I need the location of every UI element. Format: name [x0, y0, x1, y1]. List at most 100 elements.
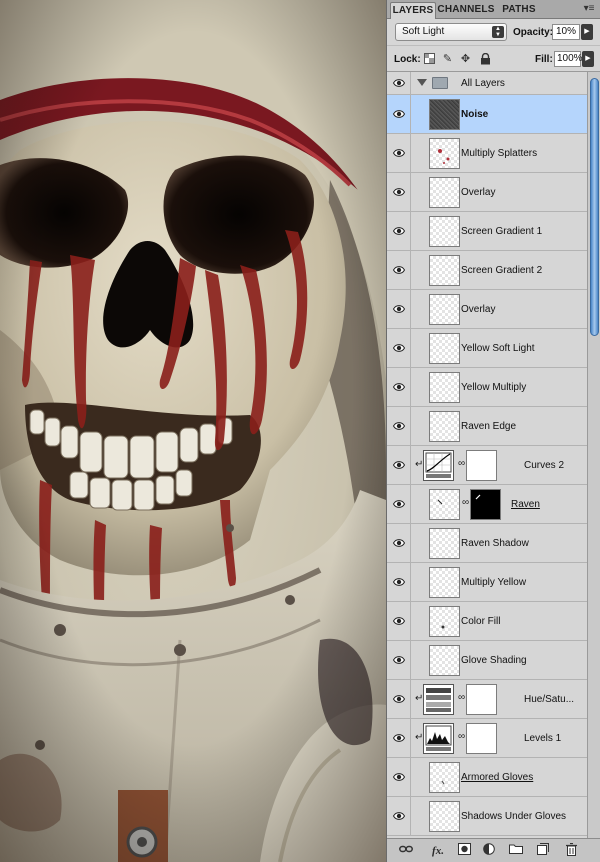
- layer-name: Hue/Satu...: [524, 694, 575, 705]
- eye-icon: [393, 79, 405, 87]
- layer-screen-gradient-1[interactable]: Screen Gradient 1: [387, 212, 587, 251]
- layer-hue-saturation[interactable]: ↵ ∞ Hue/Satu...: [387, 680, 587, 719]
- layer-multiply-yellow[interactable]: Multiply Yellow: [387, 563, 587, 602]
- blend-opacity-row: Soft Light ▲ ▼ Opacity: 10% ▶: [387, 19, 600, 46]
- layer-yellow-soft-light[interactable]: Yellow Soft Light: [387, 329, 587, 368]
- visibility-toggle[interactable]: [387, 368, 411, 406]
- layer-yellow-multiply[interactable]: Yellow Multiply: [387, 368, 587, 407]
- layer-thumbnail: [429, 489, 460, 520]
- eye-icon: [393, 422, 405, 430]
- visibility-toggle[interactable]: [387, 641, 411, 679]
- visibility-toggle[interactable]: [387, 758, 411, 796]
- artwork-canvas[interactable]: [0, 0, 386, 862]
- layer-thumbnail: [429, 216, 460, 247]
- layer-name: Overlay: [461, 187, 496, 198]
- lock-image-icon[interactable]: ✎: [441, 53, 454, 66]
- opacity-dropdown-icon[interactable]: ▶: [581, 24, 593, 40]
- visibility-toggle[interactable]: [387, 797, 411, 835]
- blend-mode-select[interactable]: Soft Light ▲ ▼: [395, 23, 507, 41]
- layer-color-fill[interactable]: Color Fill: [387, 602, 587, 641]
- lock-fill-row: Lock: ✎ ✥ Fill: 100% ▶: [387, 47, 600, 72]
- disclosure-triangle-icon[interactable]: [417, 79, 427, 86]
- layer-multiply-splatters[interactable]: Multiply Splatters: [387, 134, 587, 173]
- panel-menu-icon[interactable]: ▾≡: [582, 3, 596, 15]
- fx-icon[interactable]: fx.: [428, 843, 448, 859]
- eye-icon: [393, 461, 405, 469]
- curves-adjustment-icon: [423, 450, 454, 481]
- mask-link-icon[interactable]: ∞: [458, 692, 465, 706]
- visibility-toggle[interactable]: [387, 329, 411, 367]
- eye-icon: [393, 578, 405, 586]
- layer-overlay-1[interactable]: Overlay: [387, 173, 587, 212]
- layer-overlay-2[interactable]: Overlay: [387, 290, 587, 329]
- tab-paths[interactable]: PATHS: [499, 2, 539, 19]
- layer-thumbnail: [429, 606, 460, 637]
- layer-name: Raven Edge: [461, 421, 517, 432]
- new-layer-icon[interactable]: [535, 843, 551, 859]
- eye-icon: [393, 617, 405, 625]
- link-layers-icon[interactable]: [398, 843, 414, 859]
- visibility-toggle[interactable]: [387, 72, 411, 94]
- mask-link-icon[interactable]: ∞: [458, 731, 465, 745]
- layer-name: Levels 1: [524, 733, 562, 744]
- eye-icon: [393, 539, 405, 547]
- layer-thumbnail: [429, 333, 460, 364]
- layer-name: Overlay: [461, 304, 496, 315]
- visibility-toggle[interactable]: [387, 251, 411, 289]
- eye-icon: [393, 812, 405, 820]
- layers-panel: LAYERS CHANNELS PATHS ▾≡ Soft Light ▲ ▼ O…: [386, 0, 600, 862]
- new-group-icon[interactable]: [508, 843, 524, 859]
- layer-list-scrollbar[interactable]: [587, 72, 600, 838]
- visibility-toggle[interactable]: [387, 719, 411, 757]
- layer-noise[interactable]: Noise: [387, 95, 587, 134]
- visibility-toggle[interactable]: [387, 290, 411, 328]
- mask-link-icon[interactable]: ∞: [458, 458, 465, 472]
- fill-dropdown-icon[interactable]: ▶: [582, 51, 594, 67]
- layer-name: Glove Shading: [461, 655, 527, 666]
- visibility-toggle[interactable]: [387, 95, 411, 133]
- opacity-input[interactable]: 10%: [552, 24, 580, 40]
- mask-thumbnail: [470, 489, 501, 520]
- visibility-toggle[interactable]: [387, 680, 411, 718]
- layer-curves-2[interactable]: ↵ ∞ Curves 2: [387, 446, 587, 485]
- skull-artwork: [0, 0, 386, 862]
- layer-screen-gradient-2[interactable]: Screen Gradient 2: [387, 251, 587, 290]
- visibility-toggle[interactable]: [387, 407, 411, 445]
- visibility-toggle[interactable]: [387, 446, 411, 484]
- mask-thumbnail: [466, 450, 497, 481]
- layer-shadows-under-gloves[interactable]: Shadows Under Gloves: [387, 797, 587, 836]
- mask-link-icon[interactable]: ∞: [462, 497, 469, 511]
- layer-list[interactable]: All Layers Noise Multiply Splatters Over…: [387, 72, 587, 838]
- eye-icon: [393, 227, 405, 235]
- layer-thumbnail: [429, 528, 460, 559]
- layer-armored-gloves[interactable]: Armored Gloves: [387, 758, 587, 797]
- visibility-toggle[interactable]: [387, 212, 411, 250]
- visibility-toggle[interactable]: [387, 524, 411, 562]
- eye-icon: [393, 305, 405, 313]
- layer-raven-shadow[interactable]: Raven Shadow: [387, 524, 587, 563]
- visibility-toggle[interactable]: [387, 134, 411, 172]
- trash-icon[interactable]: [563, 842, 579, 859]
- adjustment-layer-icon[interactable]: [481, 843, 497, 859]
- layer-levels-1[interactable]: ↵ ∞ Levels 1: [387, 719, 587, 758]
- visibility-toggle[interactable]: [387, 563, 411, 601]
- tab-layers[interactable]: LAYERS: [390, 2, 436, 19]
- lock-position-icon[interactable]: ✥: [459, 53, 472, 66]
- layer-raven-edge[interactable]: Raven Edge: [387, 407, 587, 446]
- layer-glove-shading[interactable]: Glove Shading: [387, 641, 587, 680]
- layer-group-all-layers[interactable]: All Layers: [387, 72, 587, 95]
- add-mask-icon[interactable]: [456, 843, 472, 859]
- scrollbar-thumb[interactable]: [590, 78, 599, 336]
- lock-all-icon[interactable]: [479, 52, 492, 66]
- layer-thumbnail: [429, 801, 460, 832]
- visibility-toggle[interactable]: [387, 602, 411, 640]
- visibility-toggle[interactable]: [387, 485, 411, 523]
- fill-input[interactable]: 100%: [554, 51, 583, 67]
- visibility-toggle[interactable]: [387, 173, 411, 211]
- layer-name: Screen Gradient 2: [461, 265, 543, 276]
- layer-raven[interactable]: ∞ Raven: [387, 485, 587, 524]
- tab-channels[interactable]: CHANNELS: [437, 2, 495, 19]
- lock-transparency-icon[interactable]: [423, 53, 436, 66]
- layer-thumbnail: [429, 372, 460, 403]
- mask-thumbnail: [466, 684, 497, 715]
